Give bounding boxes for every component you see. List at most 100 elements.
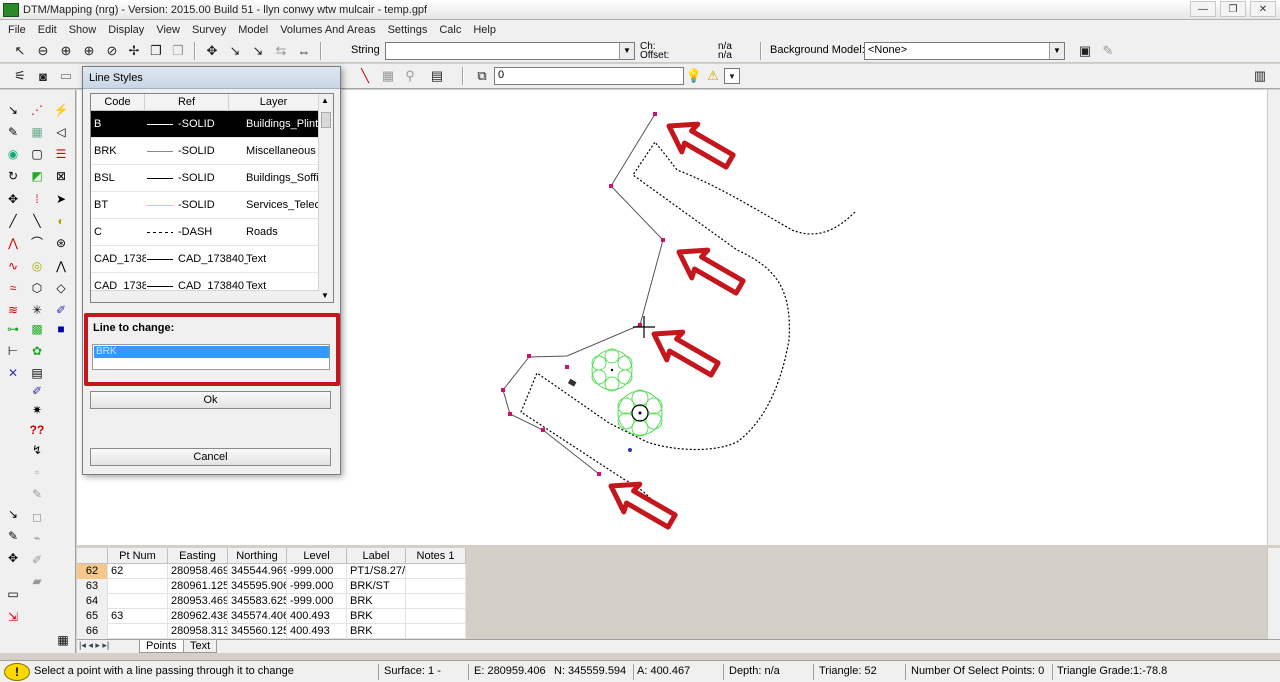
link-tool-icon[interactable]: ⊛ xyxy=(51,233,71,252)
line-styles-list[interactable]: Code Ref Layer B -SOLID Buildings_Plint BRK… xyxy=(90,93,334,303)
settings-tool-icon[interactable]: ▦ xyxy=(53,630,73,649)
arc-tool-icon[interactable]: ⌒ xyxy=(27,233,47,252)
grid-col-notes[interactable]: Notes 1 xyxy=(406,548,466,564)
ok-button[interactable]: Ok xyxy=(90,391,331,409)
grid-cell-pt[interactable] xyxy=(108,579,168,594)
line-tool-icon[interactable]: ╱ xyxy=(3,211,23,230)
small-symbol-icon[interactable] xyxy=(567,378,577,387)
menu-volumes[interactable]: Volumes And Areas xyxy=(274,24,381,36)
triangle-tool-icon[interactable]: ⚡ xyxy=(51,100,71,119)
background-model-combo[interactable]: <None> ▼ xyxy=(864,42,1065,60)
grid-cell-label[interactable]: BRK xyxy=(347,624,406,639)
layer-gray-tool-icon[interactable]: ▰ xyxy=(27,571,47,590)
grid-cell-label[interactable]: BRK xyxy=(347,594,406,609)
minimize-button[interactable]: — xyxy=(1190,1,1216,17)
grid-cell-label[interactable]: BRK/ST xyxy=(347,579,406,594)
table-row[interactable]: 63 280961.125 345595.906 -999.000 BRK/ST xyxy=(77,579,466,594)
square-tool-icon[interactable]: ◻ xyxy=(27,507,47,526)
menu-settings[interactable]: Settings xyxy=(382,24,434,36)
peak-tool-icon[interactable]: ⋀ xyxy=(51,256,71,275)
grid-cell-level[interactable]: -999.000 xyxy=(287,594,347,609)
surface-tool-icon[interactable]: ◩ xyxy=(27,166,47,185)
grid-cell-easting[interactable]: 280958.469 xyxy=(168,564,228,579)
select-line-tool-icon[interactable]: ↘ xyxy=(3,504,23,523)
chevron-down-icon[interactable]: ▼ xyxy=(1049,43,1064,59)
row-header[interactable]: 66 xyxy=(77,624,108,639)
table-row[interactable]: 66 280958.313 345560.125 400.493 BRK xyxy=(77,624,466,639)
line-style-row[interactable]: BRK -SOLID Miscellaneous xyxy=(91,138,319,165)
menu-edit[interactable]: Edit xyxy=(32,24,63,36)
grid-cell-level[interactable]: 400.493 xyxy=(287,609,347,624)
grid-cell-easting[interactable]: 280953.469 xyxy=(168,594,228,609)
tab-text[interactable]: Text xyxy=(183,640,218,653)
rotate-tool-icon[interactable]: ↻ xyxy=(3,166,23,185)
table-row[interactable]: 65 63 280962.438 345574.406 400.493 BRK xyxy=(77,609,466,624)
grid-cell-level[interactable]: -999.000 xyxy=(287,564,347,579)
tree-tool-icon[interactable]: ✿ xyxy=(27,341,47,360)
table-row[interactable]: 64 280953.469 345583.625 -999.000 BRK xyxy=(77,594,466,609)
menu-file[interactable]: File xyxy=(2,24,32,36)
list-icon[interactable]: ▤ xyxy=(427,66,447,86)
grid-col-pt-num[interactable]: Pt Num xyxy=(108,548,168,564)
list-horizontal-scrollbar[interactable] xyxy=(91,290,319,302)
break-tool-icon[interactable]: ≋ xyxy=(3,300,23,319)
pencil-tool-icon[interactable]: ✎ xyxy=(3,526,23,545)
vertex-tool-icon[interactable]: ◁ xyxy=(51,122,71,141)
diamond-tool-icon[interactable]: ◇ xyxy=(51,278,71,297)
export-tool-icon[interactable]: ⇲ xyxy=(3,607,23,626)
grid-cell-northing[interactable]: 345560.125 xyxy=(228,624,287,639)
frame-tool-icon[interactable]: ▢ xyxy=(27,144,47,163)
menu-help[interactable]: Help xyxy=(467,24,502,36)
table-icon[interactable]: ▦ xyxy=(378,66,398,86)
row-header[interactable]: 65 xyxy=(77,609,108,624)
change-line-tool-icon[interactable]: ⊶ xyxy=(3,319,23,338)
menu-calc[interactable]: Calc xyxy=(433,24,467,36)
grid-cell-northing[interactable]: 345583.625 xyxy=(228,594,287,609)
map-tool-icon[interactable]: ▩ xyxy=(27,319,47,338)
table-tool-icon[interactable]: ▤ xyxy=(27,363,47,382)
column-code[interactable]: Code xyxy=(91,94,145,111)
background-settings-icon[interactable]: ✎ xyxy=(1098,41,1118,61)
list-tool-icon[interactable]: ☰ xyxy=(51,144,71,163)
grid-cell-level[interactable]: 400.493 xyxy=(287,624,347,639)
line-style-row[interactable]: C -DASH Roads xyxy=(91,219,319,246)
points-tool-icon[interactable]: ⋰ xyxy=(27,100,47,119)
scroll-up-icon[interactable]: ▲ xyxy=(321,96,329,105)
grid-cell-pt[interactable]: 63 xyxy=(108,609,168,624)
curve-tool-icon[interactable]: ◐ xyxy=(51,211,71,230)
grid-cell-notes[interactable] xyxy=(406,564,466,579)
dots-tool-icon[interactable]: ⁞ xyxy=(27,189,47,208)
row-header[interactable]: 62 xyxy=(77,564,108,579)
grid-cell-easting[interactable]: 280961.125 xyxy=(168,579,228,594)
select-area-icon[interactable]: ⇆ xyxy=(271,41,291,61)
grid-tool-icon[interactable]: ▦ xyxy=(27,122,47,141)
column-layer[interactable]: Layer xyxy=(229,94,319,111)
list-vertical-scrollbar[interactable]: ▲ ▼ xyxy=(318,94,333,302)
survey-point[interactable] xyxy=(508,412,512,416)
grid-vertical-scrollbar[interactable] xyxy=(1267,548,1280,639)
signal-tool-icon[interactable]: ↯ xyxy=(27,440,47,459)
grid-col-northing[interactable]: Northing xyxy=(228,548,287,564)
maximize-button[interactable]: ❐ xyxy=(1220,1,1246,17)
wave-tool-icon[interactable]: ∿ xyxy=(3,256,23,275)
contour-tool-icon[interactable]: ≈ xyxy=(3,278,23,297)
line-style-row[interactable]: CAD_1738 CAD_173840_ Text xyxy=(91,246,319,273)
cross-box-icon[interactable]: ⊠ xyxy=(51,166,71,185)
survey-point[interactable] xyxy=(597,472,601,476)
move-icon[interactable]: ⇔ xyxy=(294,41,314,61)
link-gray-tool-icon[interactable]: ⌁ xyxy=(27,528,47,547)
marker-point[interactable] xyxy=(628,448,632,452)
survey-point[interactable] xyxy=(653,112,657,116)
grid-cell-label[interactable]: BRK xyxy=(347,609,406,624)
table-row[interactable]: 62 62 280958.469 345544.969 -999.000 PT1/S8.2… xyxy=(77,564,466,579)
paint-tool-icon[interactable]: ✎ xyxy=(27,484,47,503)
pen-tool-icon[interactable]: ✎ xyxy=(3,122,23,141)
zoom-in-icon[interactable]: ⊕ xyxy=(56,41,76,61)
align-tool-icon[interactable]: ⊢ xyxy=(3,341,23,360)
grid-cell-northing[interactable]: 345544.969 xyxy=(228,564,287,579)
star-tool-icon[interactable]: ✷ xyxy=(27,400,47,419)
query-tool-icon[interactable]: ?? xyxy=(27,420,47,439)
string-combo[interactable]: ▼ xyxy=(385,42,635,60)
menu-model[interactable]: Model xyxy=(232,24,274,36)
bulb-icon[interactable]: 💡 xyxy=(684,66,704,86)
